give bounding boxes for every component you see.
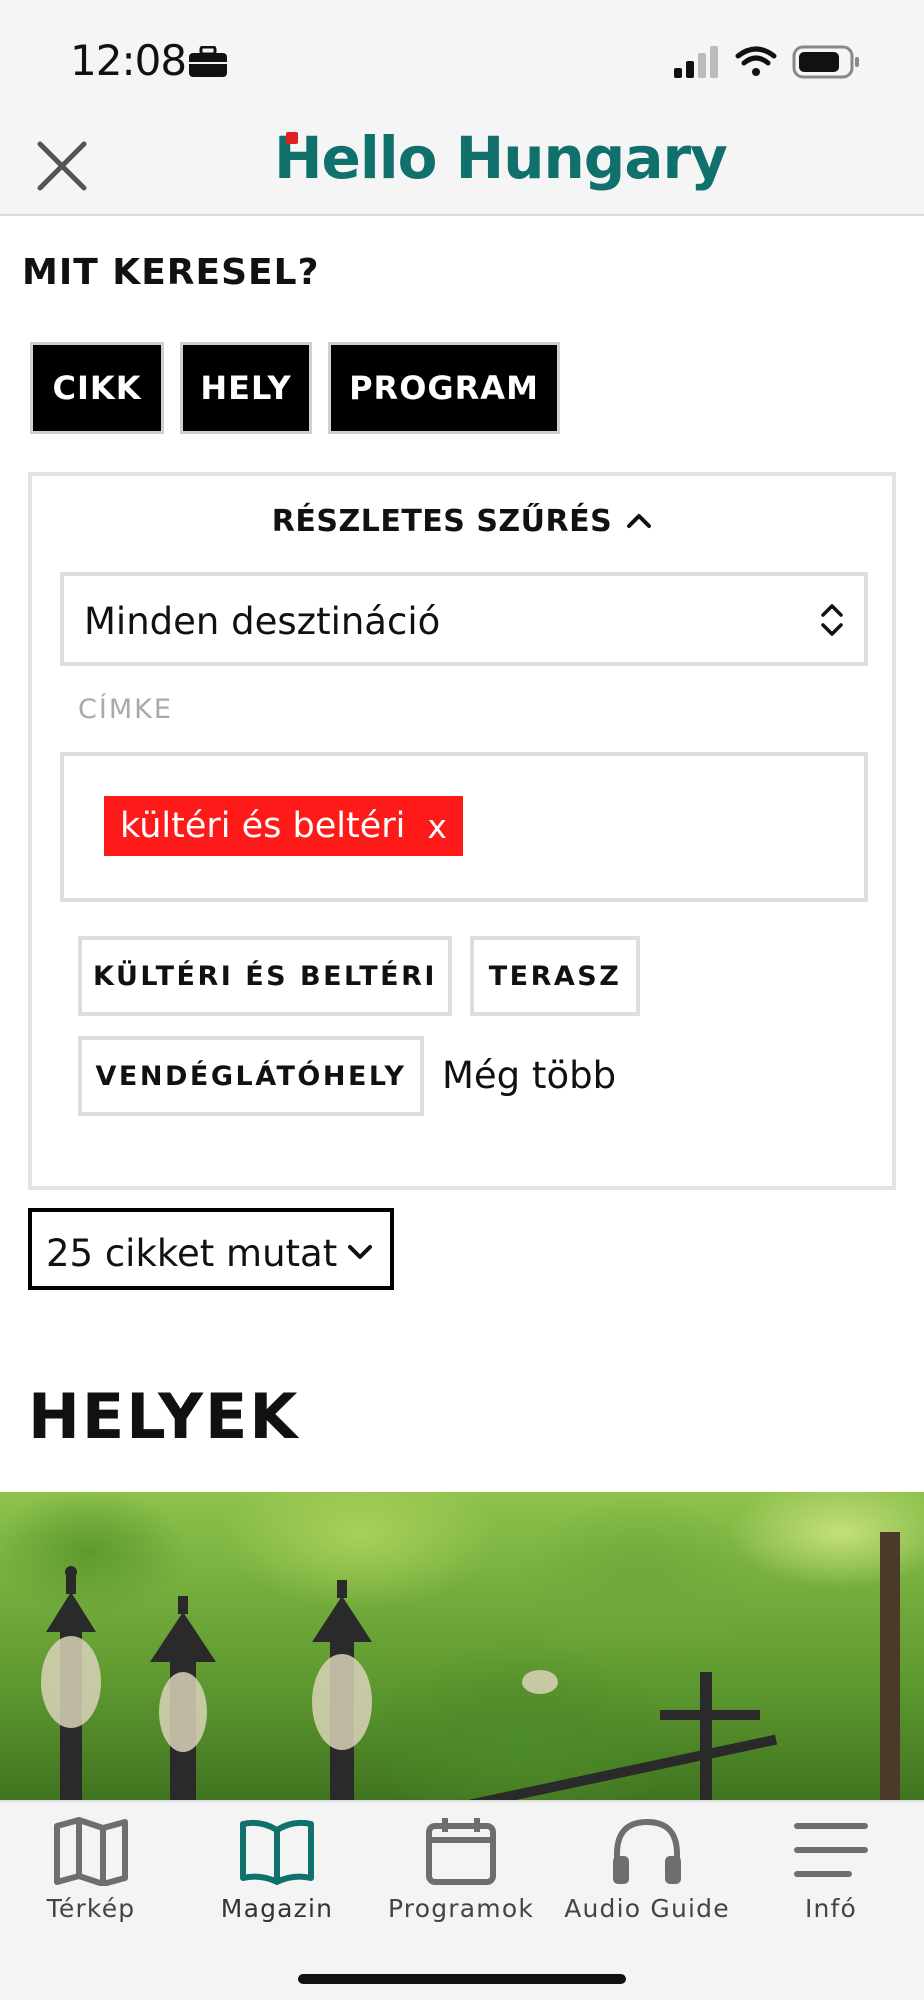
chevron-down-icon [348,1245,372,1259]
calendar-icon [426,1818,496,1885]
advanced-filter: RÉSZLETES SZŰRÉS Minden desztináció CÍMK… [28,472,896,1190]
logo-text: Hello Hungary [274,124,728,192]
results-count-select[interactable]: 25 cikket mutat [28,1208,394,1290]
tag-input[interactable]: kültéri és beltéri x [60,752,868,902]
more-tags-link[interactable]: Még több [442,1054,616,1097]
chevron-up-icon [627,513,652,528]
tab-label: Audio Guide [564,1894,730,1923]
advanced-filter-toggle[interactable]: RÉSZLETES SZŰRÉS [32,504,892,539]
tab-label: Programok [387,1894,535,1923]
remove-tag-button[interactable]: x [427,807,447,846]
destination-select[interactable]: Minden desztináció [60,572,868,666]
results-count-value: 25 cikket mutat [46,1232,338,1275]
top-bar: 12:08 Hello Hungary [0,0,924,216]
tab-terkep[interactable]: Térkép [6,1816,176,1936]
tag-suggestion-kulteri-es-belteri[interactable]: KÜLTÉRI ÉS BELTÉRI [78,936,452,1016]
tag-suggestion-terasz[interactable]: TERASZ [470,936,640,1016]
map-icon [54,1817,128,1886]
destination-value: Minden desztináció [84,600,441,643]
type-button-hely[interactable]: HELY [180,342,312,434]
type-button-cikk[interactable]: CIKK [30,342,164,434]
advanced-filter-title: RÉSZLETES SZŰRÉS [271,504,613,539]
places-section-title: HELYEK [28,1380,300,1453]
tag-label: CÍMKE [78,694,173,725]
chevron-updown-icon [821,604,843,636]
tab-label: Infó [804,1894,858,1923]
tab-info[interactable]: Infó [746,1816,916,1936]
lamp-post-illustration [41,1532,900,1802]
logo-accent [286,132,298,144]
selected-tag-chip: kültéri és beltéri x [104,796,463,856]
search-title: MIT KERESEL? [22,252,320,293]
tag-suggestion-vendeglatohely[interactable]: VENDÉGLÁTÓHELY [78,1036,424,1116]
status-time: 12:08 [70,36,187,85]
book-icon [240,1819,314,1885]
tab-magazin[interactable]: Magazin [192,1816,362,1936]
battery-icon [792,45,859,79]
home-indicator [298,1974,626,1984]
brand-logo[interactable]: Hello Hungary [274,124,728,192]
menu-icon [794,1823,868,1877]
tab-programok[interactable]: Programok [376,1816,546,1936]
place-photo[interactable] [0,1492,924,1802]
tab-label: Magazin [220,1894,334,1923]
headphones-icon [613,1818,681,1884]
type-button-program[interactable]: PROGRAM [328,342,560,434]
tab-audio-guide[interactable]: Audio Guide [562,1816,732,1936]
bottom-tab-bar: Térkép Magazin Programok Audio Guide Inf… [0,1800,924,2000]
close-icon[interactable] [36,140,88,192]
selected-tag-label: kültéri és beltéri [120,806,406,846]
signal-icon [674,46,718,78]
wifi-icon [735,46,777,76]
tab-label: Térkép [46,1894,136,1923]
briefcase-icon [189,46,227,77]
status-icons [674,45,859,79]
